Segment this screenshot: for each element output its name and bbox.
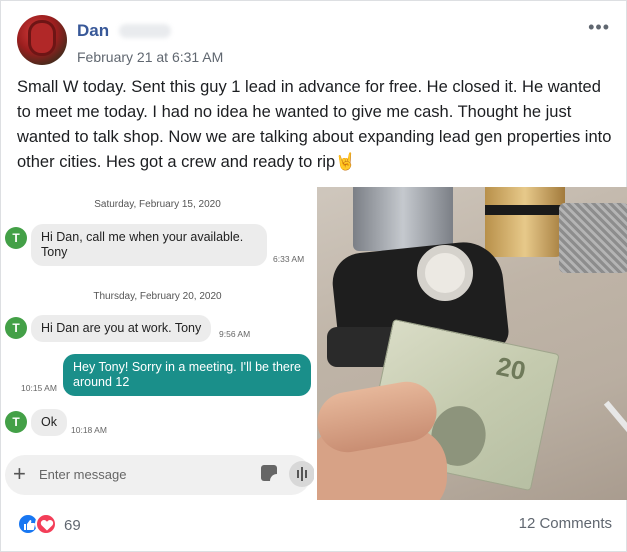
contact-avatar: T: [5, 227, 27, 249]
author-name[interactable]: Dan: [77, 21, 109, 41]
date-separator: Thursday, February 20, 2020: [93, 291, 222, 302]
message-text: Hi Dan are you at work. Tony: [41, 321, 202, 335]
reaction-count[interactable]: 69: [64, 517, 81, 534]
post-header: Dan February 21 at 6:31 AM •••: [17, 15, 612, 71]
more-options-icon[interactable]: •••: [588, 17, 610, 38]
voice-icon[interactable]: [289, 461, 314, 487]
love-reaction-icon[interactable]: [35, 513, 57, 535]
desk-jar: [485, 187, 565, 257]
pen: [603, 400, 627, 436]
post-footer: 69 12 Comments: [17, 511, 612, 537]
author-surname-redacted: [119, 24, 171, 38]
post-text: Small W today. Sent this guy 1 lead in a…: [17, 78, 612, 171]
incoming-message: Hi Dan, call me when your available. Ton…: [31, 224, 267, 266]
date-separator: Saturday, February 15, 2020: [94, 199, 221, 210]
comments-count[interactable]: 12 Comments: [519, 515, 612, 532]
tape-roll: [417, 245, 473, 301]
post-media: Saturday, February 15, 2020 T Hi Dan, ca…: [1, 187, 627, 500]
incoming-message: Hi Dan are you at work. Tony: [31, 315, 212, 342]
message-text: Tony: [41, 245, 68, 259]
outgoing-message: Hey Tony! Sorry in a meeting. I'll be th…: [63, 354, 311, 396]
sms-screenshot[interactable]: Saturday, February 15, 2020 T Hi Dan, ca…: [1, 187, 314, 500]
message-text: around 12: [73, 375, 130, 389]
message-time: 6:33 AM: [273, 254, 305, 264]
contact-avatar: T: [5, 317, 27, 339]
bill-value: 20: [493, 350, 529, 387]
message-text: Hey Tony! Sorry in a meeting. I'll be th…: [73, 360, 301, 374]
contact-avatar: T: [5, 411, 27, 433]
cash-photo[interactable]: 20: [317, 187, 627, 500]
message-text: Ok: [41, 415, 57, 429]
post-card: Dan February 21 at 6:31 AM ••• Small W t…: [0, 0, 627, 552]
message-input[interactable]: Enter message: [39, 467, 126, 482]
author-avatar[interactable]: [17, 15, 67, 65]
desk-basket: [559, 203, 627, 273]
message-time: 10:15 AM: [21, 383, 57, 393]
plus-icon[interactable]: +: [13, 461, 26, 487]
message-composer[interactable]: + Enter message: [5, 455, 314, 495]
message-time: 10:18 AM: [71, 425, 107, 435]
incoming-message: Ok: [31, 409, 67, 436]
sticker-icon[interactable]: [261, 465, 277, 481]
message-text: Hi Dan, call me when your available.: [41, 230, 244, 244]
message-time: 9:56 AM: [219, 329, 251, 339]
desk-cup: [353, 187, 453, 251]
post-timestamp[interactable]: February 21 at 6:31 AM: [77, 49, 223, 65]
